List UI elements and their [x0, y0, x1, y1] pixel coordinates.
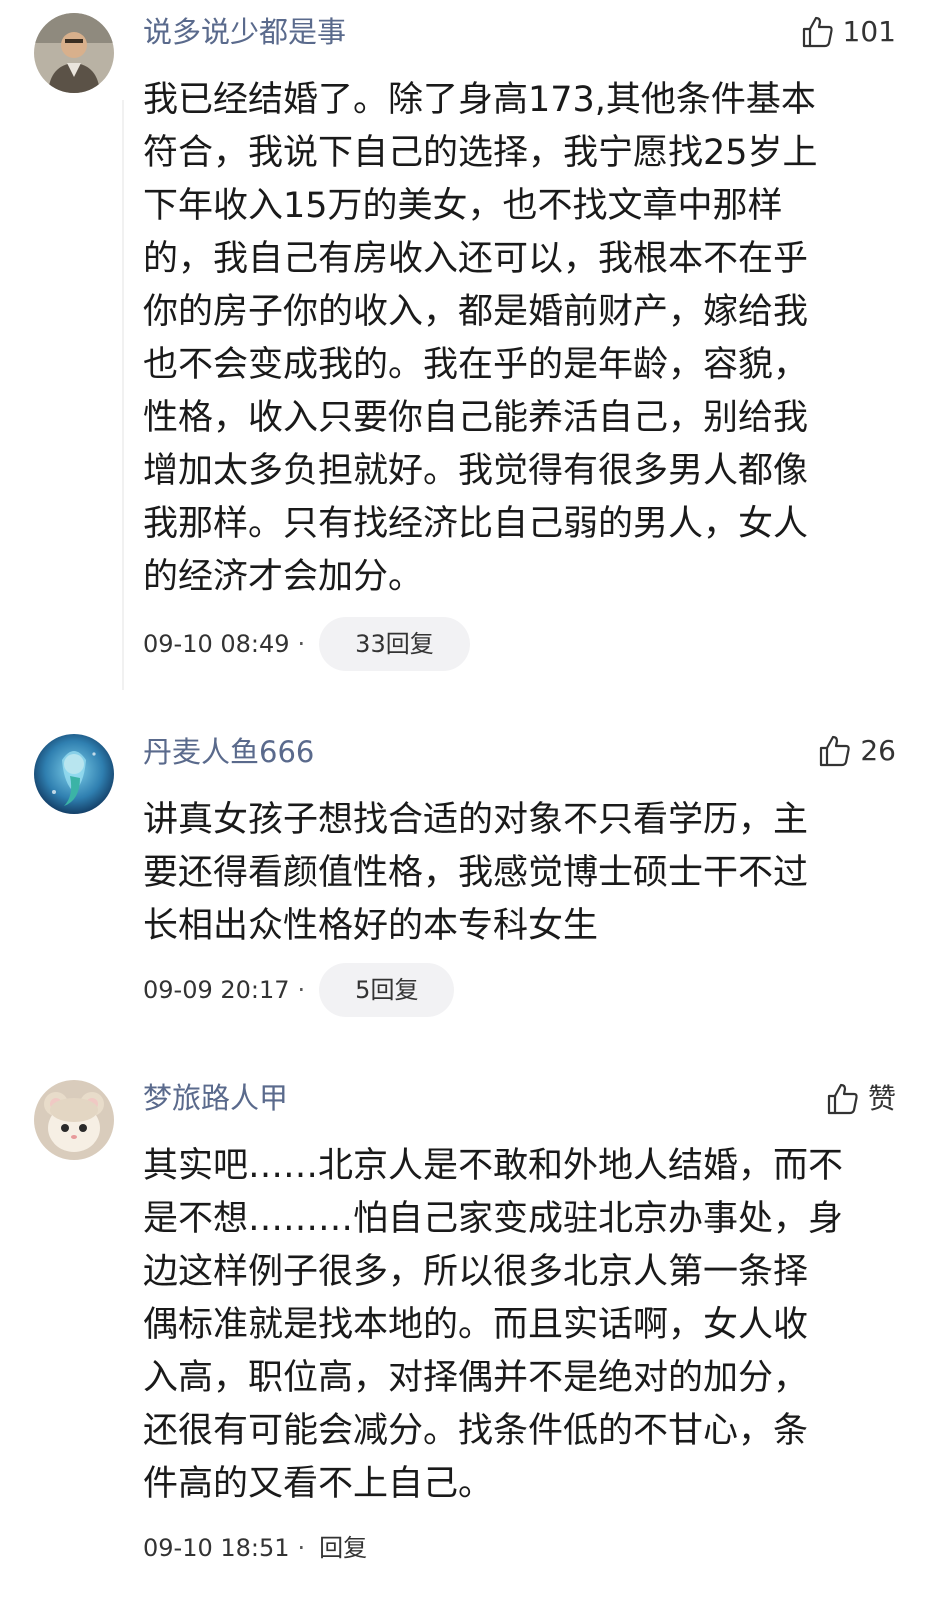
comment-meta: 09-10 18:51 · 回复 [143, 1536, 367, 1560]
comment-meta: 09-10 08:49 · 33回复 [143, 617, 470, 671]
comment-line: 件高的又看不上自己。 [143, 1464, 494, 1504]
comment-line: 要还得看颜值性格，我感觉博士硕士干不过 [143, 853, 809, 893]
timestamp: 09-10 18:51 [143, 1534, 290, 1562]
avatar[interactable] [34, 734, 114, 814]
meta-separator: · [297, 630, 306, 658]
comment-line: 也不会变成我的。我在乎的是年龄，容貌， [143, 345, 809, 385]
comment-line: 符合，我说下自己的选择，我宁愿找25岁上 [143, 133, 818, 173]
meta-separator: · [297, 1534, 306, 1562]
comment-line: 增加太多负担就好。我觉得有很多男人都像 [143, 451, 809, 491]
comment-line: 你的房子你的收入，都是婚前财产，嫁给我 [143, 292, 809, 332]
username[interactable]: 梦旅路人甲 [143, 1084, 288, 1113]
reply-button[interactable]: 33回复 [319, 617, 470, 671]
meta-separator: · [297, 976, 306, 1004]
thumbs-up-icon [802, 16, 833, 48]
username[interactable]: 说多说少都是事 [143, 18, 346, 47]
comment-line: 长相出众性格好的本专科女生 [143, 906, 599, 946]
comment-line: 的经济才会加分。 [143, 557, 424, 597]
comment-line: 我那样。只有找经济比自己弱的男人，女人 [143, 504, 809, 544]
thumbs-up-icon [827, 1083, 858, 1115]
thumbs-up-icon [820, 735, 851, 767]
comment-line: 我已经结婚了。除了身高173,其他条件基本 [143, 80, 816, 120]
comment-line: 的，我自己有房收入还可以，我根本不在乎 [143, 239, 809, 279]
comment-line: 其实吧……北京人是不敢和外地人结婚，而不 [143, 1146, 844, 1186]
comment-line: 边这样例子很多，所以很多北京人第一条择 [143, 1252, 809, 1292]
like-button[interactable]: 26 [818, 734, 896, 768]
like-count: 26 [860, 734, 896, 767]
timestamp: 09-10 08:49 [143, 630, 290, 658]
comment-meta: 09-09 20:17 · 5回复 [143, 963, 455, 1017]
like-count: 101 [842, 15, 896, 48]
comment-line: 还很有可能会减分。找条件低的不甘心，条 [143, 1411, 809, 1451]
reply-button[interactable]: 回复 [319, 1536, 367, 1560]
comment-line: 性格，收入只要你自己能养活自己，别给我 [143, 398, 809, 438]
comment-line: 讲真女孩子想找合适的对象不只看学历，主 [143, 800, 809, 840]
like-label: 赞 [867, 1082, 896, 1115]
comment-text: 讲真女孩子想找合适的对象不只看学历，主 要还得看颜值性格，我感觉博士硕士干不过 … [143, 794, 888, 953]
avatar[interactable] [34, 13, 114, 93]
comment-text: 我已经结婚了。除了身高173,其他条件基本 符合，我说下自己的选择，我宁愿找25… [143, 74, 888, 604]
comment-text: 其实吧……北京人是不敢和外地人结婚，而不 是不想………怕自己家变成驻北京办事处，… [143, 1140, 888, 1511]
like-button[interactable]: 101 [801, 15, 896, 49]
username[interactable]: 丹麦人鱼666 [143, 738, 314, 767]
comment-item: 梦旅路人甲 赞 其实吧……北京人是不敢和外地人结婚，而不 是不想………怕自己家变… [0, 1066, 952, 1600]
comment-line: 是不想………怕自己家变成驻北京办事处，身 [143, 1199, 844, 1239]
thread-divider [122, 100, 124, 690]
comment-line: 偶标准就是找本地的。而且实话啊，女人收 [143, 1305, 809, 1345]
comment-item: 丹麦人鱼666 26 讲真女孩子想找合适的对象不只看学历，主 要还得看颜值性格，… [0, 720, 952, 1050]
reply-button[interactable]: 5回复 [319, 963, 455, 1017]
comment-item: 说多说少都是事 101 我已经结婚了。除了身高173,其他条件基本 符合，我说下… [0, 0, 952, 700]
comment-line: 下年收入15万的美女，也不找文章中那样 [143, 186, 783, 226]
avatar[interactable] [34, 1080, 114, 1160]
like-button[interactable]: 赞 [826, 1082, 896, 1116]
comment-line: 入高，职位高，对择偶并不是绝对的加分， [143, 1358, 809, 1398]
timestamp: 09-09 20:17 [143, 976, 290, 1004]
